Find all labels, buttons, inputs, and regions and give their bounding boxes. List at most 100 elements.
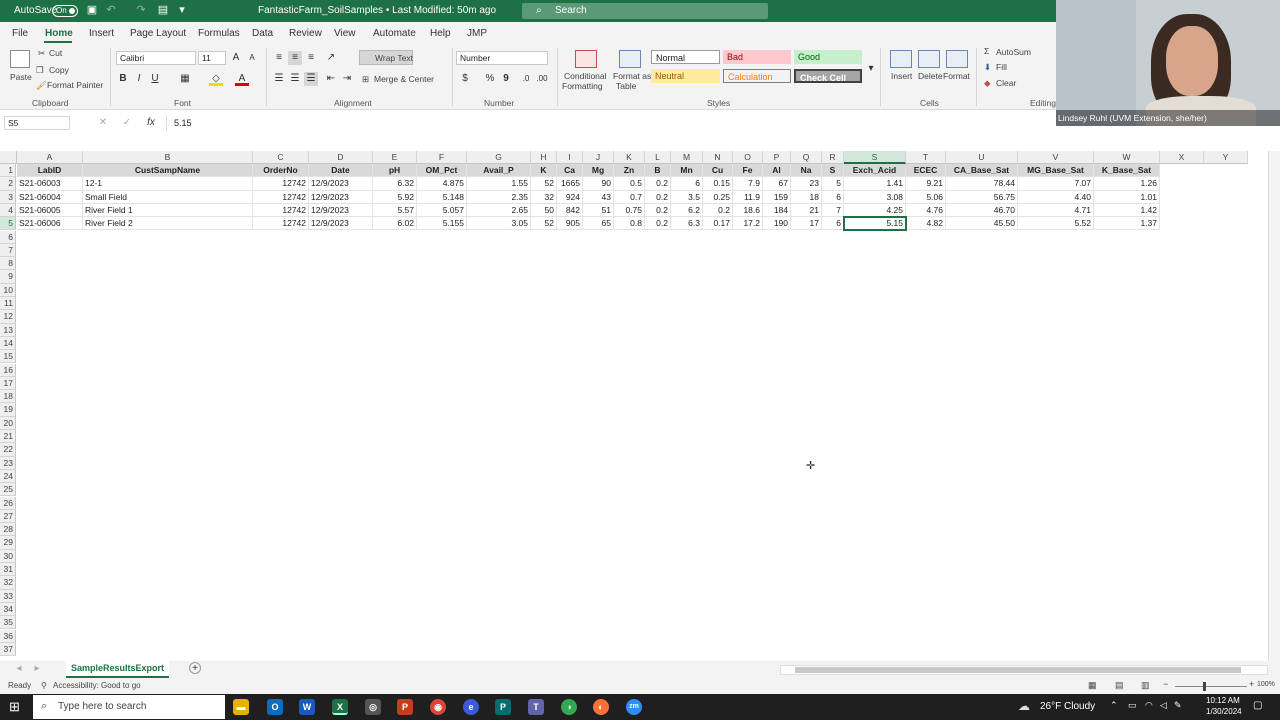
add-sheet-icon[interactable]: + [189, 662, 201, 674]
header-cell[interactable]: Al [763, 164, 791, 178]
horizontal-scrollbar[interactable] [780, 665, 1268, 675]
powerpoint-icon[interactable]: P [397, 699, 413, 715]
middle-align-icon[interactable]: ≡ [288, 51, 302, 65]
increase-decimal-icon[interactable]: .0 [519, 72, 533, 86]
header-cell[interactable]: Mn [671, 164, 703, 178]
font-color-icon[interactable]: A [235, 72, 249, 86]
tray-chevron-icon[interactable]: ⌃ [1110, 700, 1118, 711]
row-header[interactable]: 7 [0, 243, 16, 258]
zoom-out-icon[interactable]: − [1163, 679, 1168, 689]
data-cell[interactable]: 9.21 [906, 177, 946, 191]
data-cell[interactable]: 46.70 [946, 203, 1018, 218]
row-header[interactable]: 30 [0, 549, 16, 563]
underline-button[interactable]: U [148, 72, 162, 86]
undo-icon[interactable]: ↶ [104, 4, 118, 17]
data-cell[interactable]: 56.75 [946, 190, 1018, 204]
data-cell[interactable]: 5.92 [373, 190, 417, 204]
data-cell[interactable]: 6.2 [671, 203, 703, 218]
firefox-icon[interactable]: ◐ [593, 699, 609, 715]
data-cell[interactable]: 32 [531, 190, 557, 204]
zoom-level[interactable]: 100% [1257, 681, 1275, 688]
column-header-d[interactable]: D [309, 151, 373, 164]
header-cell[interactable]: MG_Base_Sat [1018, 164, 1094, 178]
data-cell[interactable]: 17 [791, 217, 822, 231]
insert-cells-icon[interactable] [890, 50, 912, 68]
paste-button[interactable]: Paste [10, 72, 32, 82]
data-cell[interactable]: S21-06003 [17, 177, 83, 191]
number-format-select[interactable]: Number [456, 51, 548, 65]
currency-button[interactable]: $ [458, 72, 472, 86]
row-header[interactable]: 6 [0, 230, 16, 244]
copy-button[interactable]: Copy [49, 65, 69, 75]
data-cell[interactable]: 4.76 [906, 203, 946, 218]
tab-jmp[interactable]: JMP [467, 28, 487, 39]
cut-icon[interactable]: ✂ [38, 48, 45, 59]
row-header[interactable]: 31 [0, 563, 16, 577]
data-cell[interactable]: 5 [822, 177, 844, 191]
row-header[interactable]: 32 [0, 576, 16, 590]
data-cell[interactable]: 0.15 [703, 177, 733, 191]
header-cell[interactable]: CustSampName [83, 164, 253, 178]
data-cell[interactable]: Small Field [83, 190, 253, 204]
column-header-p[interactable]: P [763, 151, 791, 164]
borders-icon[interactable]: ▦ [178, 72, 192, 86]
row-header[interactable]: 24 [0, 469, 16, 484]
redo-icon[interactable]: ↷ [134, 4, 148, 17]
data-cell[interactable]: 3.08 [844, 190, 906, 204]
data-cell[interactable]: River Field 2 [83, 217, 253, 231]
data-cell[interactable]: 0.5 [614, 177, 645, 191]
data-cell[interactable]: 51 [583, 203, 614, 218]
word-icon[interactable]: W [299, 699, 315, 715]
row-header[interactable]: 3 [0, 190, 16, 204]
header-cell[interactable]: S [822, 164, 844, 178]
data-cell[interactable]: 0.2 [703, 203, 733, 218]
data-cell[interactable]: 5.15 [844, 217, 906, 231]
data-cell[interactable]: 52 [531, 177, 557, 191]
fill-button[interactable]: Fill [996, 62, 1007, 72]
row-header[interactable]: 4 [0, 203, 16, 218]
column-header-e[interactable]: E [373, 151, 417, 164]
edge-icon[interactable]: e [463, 699, 479, 715]
cancel-icon[interactable]: ✕ [96, 116, 110, 130]
vertical-scrollbar[interactable] [1268, 151, 1280, 661]
data-cell[interactable]: 5.57 [373, 203, 417, 218]
accessibility-icon[interactable]: ⚲ [41, 681, 47, 690]
tab-file[interactable]: File [12, 28, 28, 39]
style-bad[interactable]: Bad [723, 50, 791, 64]
data-cell[interactable]: 1.42 [1094, 203, 1160, 218]
data-cell[interactable]: 4.25 [844, 203, 906, 218]
header-cell[interactable]: Cu [703, 164, 733, 178]
data-cell[interactable]: 11.9 [733, 190, 763, 204]
top-align-icon[interactable]: ≡ [272, 51, 286, 65]
autosum-button[interactable]: AutoSum [996, 47, 1031, 57]
notifications-icon[interactable]: ▢ [1253, 700, 1262, 711]
data-cell[interactable]: 12742 [253, 177, 309, 191]
search-box[interactable]: ⌕ Search [522, 3, 768, 19]
column-header-s[interactable]: S [844, 151, 906, 164]
data-cell[interactable]: 43 [583, 190, 614, 204]
delete-cells-button[interactable]: Delete [918, 71, 943, 81]
data-cell[interactable]: 924 [557, 190, 583, 204]
merge-center-icon[interactable]: ⊞ [362, 74, 369, 85]
customize-qat-icon[interactable]: ▾ [175, 4, 189, 17]
column-header-l[interactable]: L [645, 151, 671, 164]
column-header-b[interactable]: B [83, 151, 253, 164]
data-cell[interactable]: 0.17 [703, 217, 733, 231]
column-header-t[interactable]: T [906, 151, 946, 164]
row-header[interactable]: 22 [0, 443, 16, 457]
header-cell[interactable]: LabID [17, 164, 83, 178]
tab-review[interactable]: Review [289, 28, 322, 39]
header-cell[interactable]: K [531, 164, 557, 178]
data-cell[interactable]: 6.3 [671, 217, 703, 231]
header-cell[interactable]: Date [309, 164, 373, 178]
network-icon[interactable]: ▭ [1128, 700, 1137, 711]
row-header[interactable]: 11 [0, 297, 16, 311]
tab-view[interactable]: View [334, 28, 356, 39]
data-cell[interactable]: 12742 [253, 190, 309, 204]
column-header-f[interactable]: F [417, 151, 467, 164]
outlook-icon[interactable]: O [267, 699, 283, 715]
row-header[interactable]: 28 [0, 523, 16, 537]
italic-button[interactable]: I [132, 72, 146, 86]
data-cell[interactable]: 23 [791, 177, 822, 191]
data-cell[interactable]: S21-06004 [17, 190, 83, 204]
